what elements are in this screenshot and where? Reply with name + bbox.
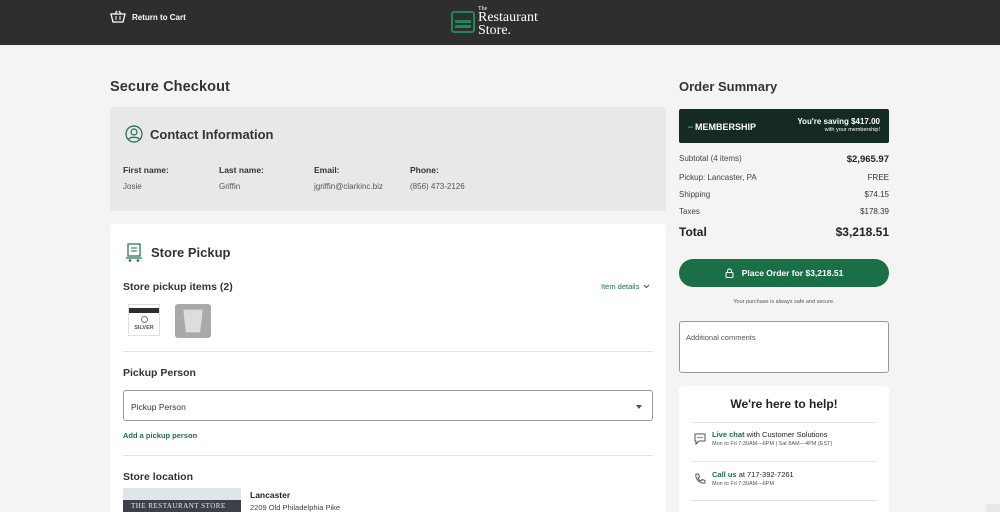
call-us-row[interactable]: Call us at 717-392-7261 Mon to Fri 7:30A… — [694, 470, 794, 487]
contact-information-panel: Contact Information First name: Josie La… — [110, 107, 666, 211]
live-chat-link[interactable]: Live chat — [712, 430, 745, 439]
first-name-field: First name: Josie — [123, 165, 169, 191]
store-name: Lancaster — [250, 490, 291, 500]
user-circle-icon — [125, 125, 143, 143]
return-to-cart-label: Return to Cart — [132, 12, 186, 22]
item-thumbnail-cup[interactable] — [175, 304, 211, 338]
membership-logo-icon: ▬ — [688, 124, 693, 130]
lock-icon — [725, 268, 734, 278]
divider — [123, 351, 653, 352]
top-header: Return to Cart The Restaurant Store. — [0, 0, 1000, 45]
contact-title: Contact Information — [150, 126, 274, 142]
live-chat-row[interactable]: Live chat with Customer Solutions Mon to… — [694, 430, 832, 447]
divider — [123, 455, 653, 456]
order-summary-title: Order Summary — [679, 79, 778, 94]
pickup-person-heading: Pickup Person — [123, 367, 196, 379]
additional-comments-textarea[interactable]: Additional comments — [679, 321, 889, 373]
logo-mark-icon — [451, 11, 475, 33]
membership-savings: You're saving $417.00 — [797, 117, 880, 126]
membership-sub: with your membership! — [824, 127, 880, 133]
store-cart-icon — [126, 243, 142, 262]
taxes-row: Taxes $178.39 — [679, 207, 889, 216]
call-us-link[interactable]: Call us — [712, 470, 737, 479]
shipping-row: Shipping $74.15 — [679, 190, 889, 199]
cup-image — [183, 309, 203, 333]
store-location-heading: Store location — [123, 471, 194, 483]
pickup-person-select[interactable]: Pickup Person — [123, 390, 653, 421]
pickup-row: Pickup: Lancaster, PA FREE — [679, 173, 889, 182]
help-title: We're here to help! — [730, 397, 838, 411]
chat-hours: Mon to Fri 7:30AM—6PM | Sat 8AM—4PM (EST… — [712, 441, 833, 447]
phone-field: Phone: (856) 473-2126 — [410, 165, 465, 191]
store-sign: THE RESTAURANT STORE — [131, 502, 226, 510]
divider — [691, 422, 877, 423]
divider — [691, 461, 877, 462]
chevron-down-icon — [644, 284, 650, 289]
store-photo: THE RESTAURANT STORE — [123, 488, 241, 512]
return-to-cart-link[interactable]: Return to Cart — [110, 10, 186, 24]
divider — [691, 500, 877, 501]
membership-banner: ▬ MEMBERSHIP You're saving $417.00 with … — [679, 109, 889, 143]
call-hours: Mon to Fri 7:30AM—6PM — [712, 481, 775, 487]
cart-basket-icon — [110, 10, 126, 23]
caret-down-icon — [636, 405, 642, 409]
store-pickup-title: Store Pickup — [151, 244, 231, 260]
place-order-button[interactable]: Place Order for $3,218.51 — [679, 259, 889, 287]
add-pickup-person-link[interactable]: Add a pickup person — [123, 431, 197, 440]
chat-bubble-icon — [694, 433, 706, 445]
item-thumbnail-membership[interactable]: SILVER — [128, 304, 160, 336]
subtotal-row: Subtotal (4 items) $2,965.97 — [679, 154, 889, 165]
item-details-toggle[interactable]: Item details — [601, 282, 650, 291]
store-pickup-panel: Store Pickup Store pickup items (2) Item… — [110, 224, 666, 512]
pickup-items-heading: Store pickup items (2) — [123, 281, 233, 293]
restaurant-store-logo[interactable]: The Restaurant Store. — [451, 6, 538, 38]
email-field: Email: jgriffin@clarkinc.biz — [314, 165, 383, 191]
feedback-tab[interactable] — [986, 504, 1000, 512]
total-row: Total $3,218.51 — [679, 225, 889, 239]
last-name-field: Last name: Griffin — [219, 165, 264, 191]
page-title: Secure Checkout — [110, 79, 230, 95]
secure-note: Your purchase is always safe and secure. — [733, 299, 835, 305]
help-panel: We're here to help! Live chat with Custo… — [679, 386, 889, 512]
membership-label: MEMBERSHIP — [695, 122, 757, 132]
phone-icon — [695, 473, 706, 484]
logo-line2: Store. — [478, 23, 512, 38]
store-address: 2209 Old Philadelphia Pike — [250, 503, 341, 512]
